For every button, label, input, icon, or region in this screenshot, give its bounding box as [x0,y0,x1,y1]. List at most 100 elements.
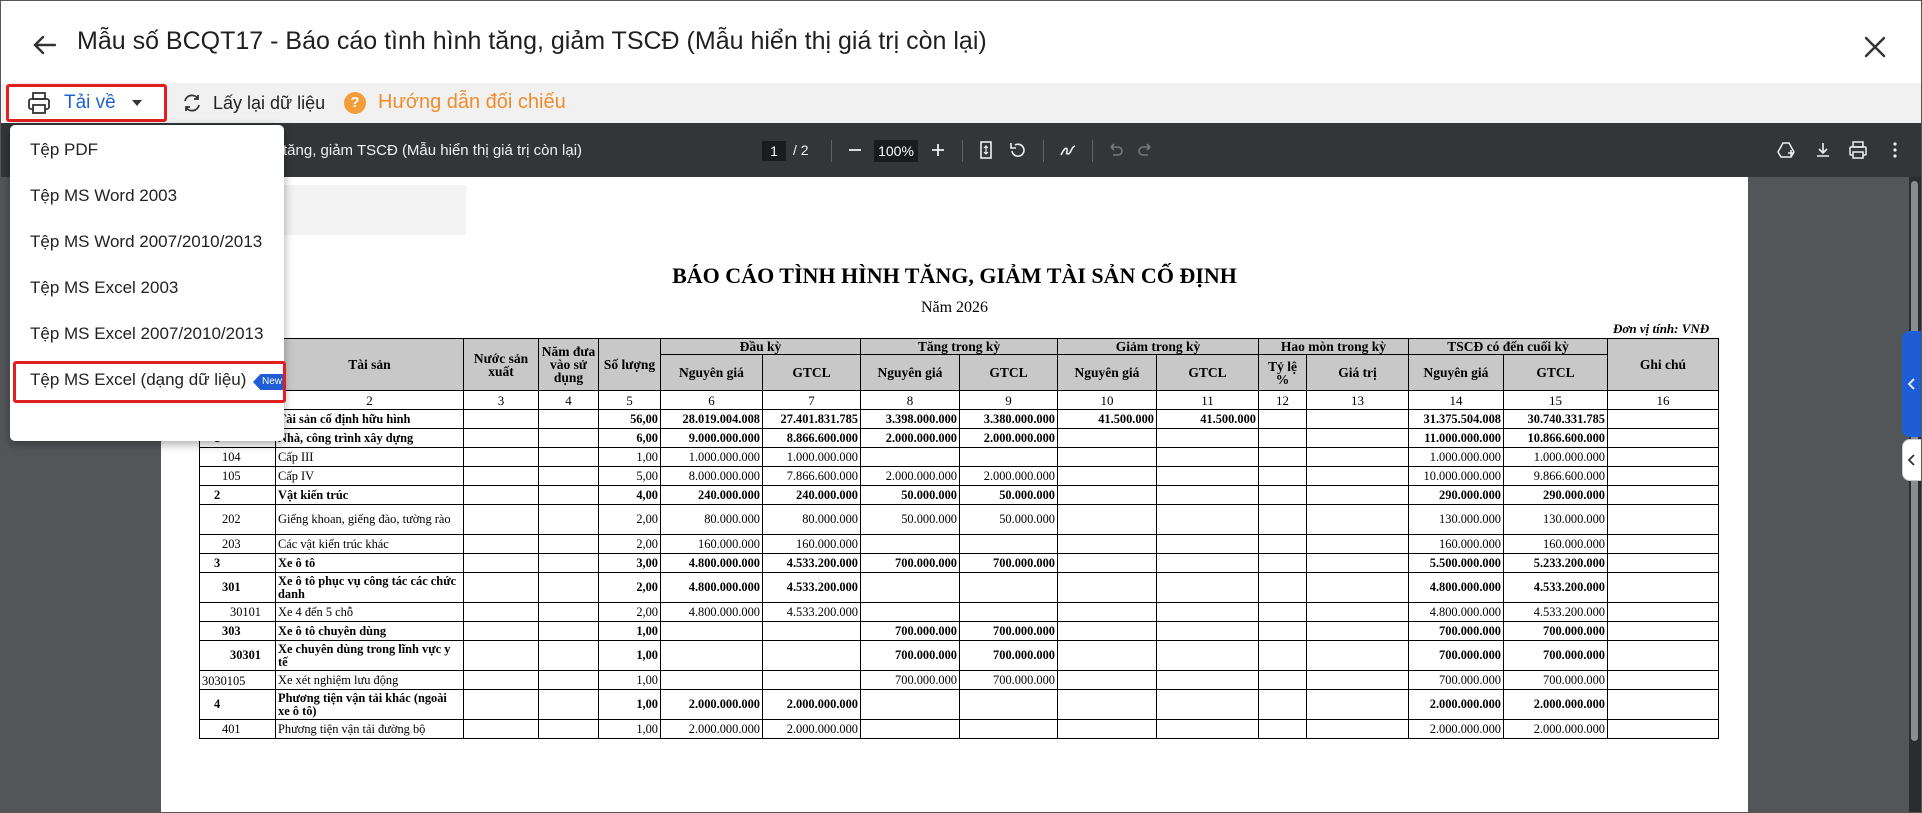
menu-item-excel-2007[interactable]: Tệp MS Excel 2007/2010/2013 [10,311,284,357]
undo-icon[interactable] [1104,139,1126,161]
table-row: 30101 Xe 4 đến 5 chỗ 2,00 4.800.000.000 4.53… [199,602,1719,622]
table-cell: 30301 [199,640,276,671]
table-cell [463,534,539,554]
menu-item-word-2003[interactable]: Tệp MS Word 2003 [10,173,284,219]
page-number-input[interactable]: 1 [762,141,786,161]
table-row: 1Nhà, công trình xây dựng6,009.000.000.0… [199,428,1719,448]
redo-icon[interactable] [1135,139,1157,161]
menu-item-excel-2003[interactable]: Tệp MS Excel 2003 [10,265,284,311]
table-cell [1607,428,1719,448]
download-icon[interactable] [1812,139,1834,161]
table-cell [1156,640,1259,671]
table-cell [1258,689,1307,720]
zoom-in-icon[interactable] [927,139,949,161]
table-cell: 1,00 [598,670,661,690]
table-row: 2 Vật kiến trúc 4,00 240.000.000 240.000.000… [199,485,1719,505]
reload-data-button[interactable]: Lấy lại dữ liệu [181,92,325,114]
table-cell [538,719,599,739]
title-bar: Mẫu số BCQT17 - Báo cáo tình hình tăng, … [1,1,1921,83]
table-cell [1306,534,1409,554]
index-cell: 15 [1503,390,1608,410]
download-button[interactable]: Tải về [6,84,167,122]
table-cell: Xe xét nghiệm lưu động [275,670,464,690]
fit-page-icon[interactable] [975,139,997,161]
table-cell [463,689,539,720]
table-row: 4 Phương tiện vận tải khác (ngoài xe ô tô… [199,689,1719,720]
menu-item-pdf[interactable]: Tệp PDF [10,127,284,173]
scrollbar[interactable] [1909,177,1921,812]
table-cell [860,719,960,739]
drive-icon[interactable] [1775,139,1797,161]
zoom-out-icon[interactable] [844,139,866,161]
table-cell [1607,553,1719,573]
table-cell [1306,553,1409,573]
table-cell: 301 [199,572,276,603]
table-cell: 700.000.000 [1503,640,1608,671]
table-cell: 2.000.000.000 [1503,719,1608,739]
back-arrow-icon[interactable] [29,29,61,61]
table-cell [1057,428,1157,448]
table-cell: 11.000.000.000 [1408,428,1504,448]
table-cell [1306,670,1409,690]
table-cell: 9.000.000.000 [660,428,763,448]
table-cell [538,640,599,671]
report-table: Tài sản Nước sản xuất Năm đưa vào sử dụn… [199,338,1719,739]
separator [962,140,963,162]
index-cell: 3 [463,390,539,410]
table-cell [1607,447,1719,467]
table-cell [959,719,1058,739]
table-cell: 1.000.000.000 [660,447,763,467]
table-cell [538,534,599,554]
index-cell: 7 [762,390,861,410]
table-cell [538,553,599,573]
table-cell [538,428,599,448]
table-cell [1156,447,1259,467]
table-cell: Xe chuyên dùng trong lĩnh vực y tế [275,640,464,671]
reconcile-guide-link[interactable]: ? Hướng dẫn đối chiếu [344,91,566,114]
rotate-icon[interactable] [1007,139,1029,161]
table-cell: 7.866.600.000 [762,466,861,486]
printer-icon [28,92,50,114]
more-vert-icon[interactable] [1884,139,1906,161]
table-cell [1156,428,1259,448]
table-cell [1156,553,1259,573]
header-cell: GTCL [1156,354,1259,391]
menu-item-word-2007[interactable]: Tệp MS Word 2007/2010/2013 [10,219,284,265]
side-panel-toggle-secondary[interactable] [1902,439,1921,481]
table-cell [1258,719,1307,739]
index-cell: 2 [275,390,464,410]
table-cell [463,719,539,739]
close-icon[interactable] [1859,31,1891,63]
table-cell: 4.533.200.000 [762,553,861,573]
header-cell: Tỷ lệ % [1258,354,1307,391]
header-cell: Nguyên giá [1408,354,1504,391]
help-icon: ? [344,91,366,114]
table-cell: 700.000.000 [1408,640,1504,671]
table-cell: 1,00 [598,621,661,641]
table-cell [860,447,960,467]
table-cell: 700.000.000 [959,640,1058,671]
reload-label: Lấy lại dữ liệu [213,92,326,113]
table-cell [463,670,539,690]
table-cell [1258,504,1307,535]
chevron-left-icon [1907,454,1915,466]
zoom-input[interactable]: 100% [874,140,918,162]
table-cell [1057,719,1157,739]
table-cell [762,640,861,671]
index-cell: 14 [1408,390,1504,410]
table-cell: Xe 4 đến 5 chỗ [275,602,464,622]
refresh-icon [184,94,200,112]
table-cell [1306,485,1409,505]
table-cell [1258,485,1307,505]
table-cell: 30.740.331.785 [1503,409,1608,429]
table-cell [538,602,599,622]
table-cell [1258,640,1307,671]
side-panel-toggle[interactable] [1902,331,1921,437]
table-cell [660,640,763,671]
table-cell [463,621,539,641]
draw-icon[interactable] [1057,139,1079,161]
blurred-header [276,185,466,235]
print-icon[interactable] [1847,139,1869,161]
table-cell [1607,485,1719,505]
header-cell: Hao mòn trong kỳ [1258,338,1409,355]
